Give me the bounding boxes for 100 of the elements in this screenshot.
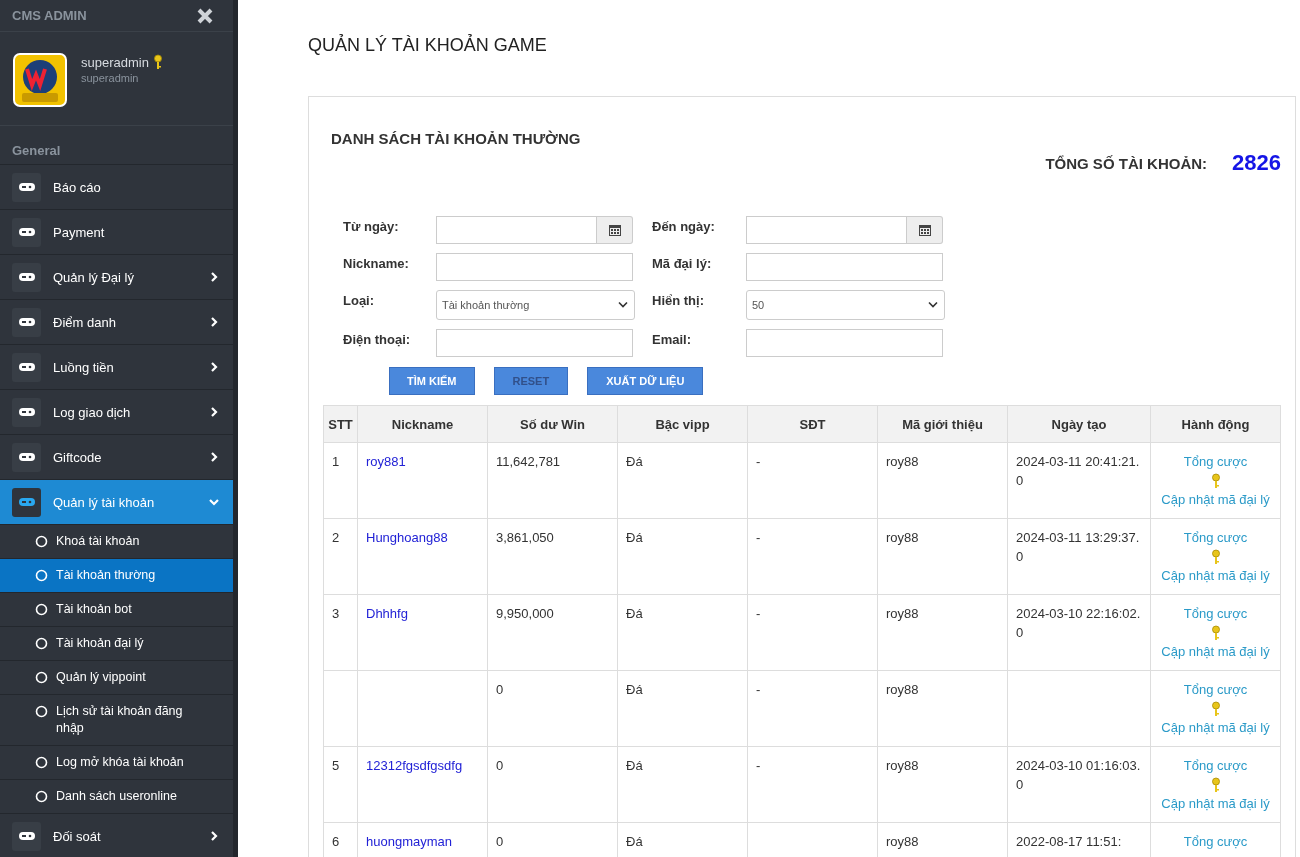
circle-icon xyxy=(35,637,48,650)
field-label: Hiển thị: xyxy=(651,292,705,308)
submenu-item[interactable]: Danh sách useronline xyxy=(0,780,233,814)
calendar-button[interactable] xyxy=(907,216,943,244)
nickname-link[interactable]: Hunghoang88 xyxy=(366,530,448,545)
total-label: TỔNG SỐ TÀI KHOẢN: xyxy=(1045,154,1208,172)
circle-icon xyxy=(35,756,48,769)
column-header: STT xyxy=(323,405,358,443)
text-field[interactable] xyxy=(746,253,943,281)
menu-item[interactable]: Payment xyxy=(0,210,233,255)
column-header: Ngày tạo xyxy=(1007,405,1151,443)
submenu-item[interactable]: Tài khoản đại lý xyxy=(0,627,233,661)
column-header: Số dư Win xyxy=(487,405,618,443)
date-field[interactable] xyxy=(746,216,907,244)
calendar-icon xyxy=(607,223,622,237)
submenu-item[interactable]: Log mở khóa tài khoản xyxy=(0,746,233,780)
table-cell: 0 xyxy=(496,758,504,773)
action-button[interactable]: TÌM KIẾM xyxy=(389,367,475,395)
select-field[interactable]: Tài khoản thường xyxy=(436,290,635,320)
table-cell: 2024-03-10 22:16:02.0 xyxy=(1016,606,1141,640)
text-field[interactable] xyxy=(746,329,943,357)
column-header: SĐT xyxy=(747,405,878,443)
circle-icon xyxy=(35,705,48,718)
table-cell: - xyxy=(756,454,761,469)
gamepad-icon xyxy=(17,495,36,509)
field-label: Từ ngày: xyxy=(343,218,400,234)
close-button[interactable] xyxy=(197,7,213,24)
table-cell: - xyxy=(756,758,761,773)
key-icon xyxy=(1210,473,1221,489)
field-label: Điện thoại: xyxy=(343,331,412,347)
table-cell: 2022-08-17 11:51: xyxy=(1016,834,1122,849)
table-cell: roy88 xyxy=(886,530,919,545)
table-cell: 11,642,781 xyxy=(496,454,561,469)
circle-icon xyxy=(35,671,48,684)
table-cell: - xyxy=(756,606,761,621)
menu-item[interactable]: Luồng tiền xyxy=(0,345,233,390)
circle-icon xyxy=(35,535,48,548)
chevron-down-icon xyxy=(618,301,628,309)
menu-item[interactable]: Quản lý tài khoản xyxy=(0,480,233,525)
key-icon xyxy=(1210,777,1221,793)
user-role: superadmin xyxy=(81,72,140,84)
section-label: General xyxy=(0,126,233,165)
username: superadmin xyxy=(81,54,149,70)
column-header: Mã giới thiệu xyxy=(877,405,1008,443)
table-cell: Đá xyxy=(626,682,643,697)
nickname-link[interactable]: Dhhhfg xyxy=(366,606,408,621)
menu-item[interactable]: Đối soát xyxy=(0,814,233,857)
table-cell: 3 xyxy=(332,606,340,621)
nickname-link[interactable]: 12312fgsdfgsdfg xyxy=(366,758,463,773)
chevron-down-icon xyxy=(209,497,219,507)
page-title: QUẢN LÝ TÀI KHOẢN GAME xyxy=(308,35,548,56)
text-field[interactable] xyxy=(436,253,633,281)
table-cell: roy88 xyxy=(886,606,919,621)
chevron-right-icon xyxy=(209,362,219,372)
menu-item[interactable]: Quản lý Đại lý xyxy=(0,255,233,300)
chevron-right-icon xyxy=(209,407,219,417)
gamepad-icon xyxy=(17,829,36,843)
calendar-button[interactable] xyxy=(597,216,633,244)
gamepad-icon xyxy=(17,450,36,464)
gamepad-icon xyxy=(17,360,36,374)
table-cell: Đá xyxy=(626,606,643,621)
column-header: Bậc vipp xyxy=(617,405,748,443)
table-cell: 0 xyxy=(496,834,504,849)
text-field[interactable] xyxy=(436,329,633,357)
key-icon xyxy=(1210,549,1221,565)
logo-icon xyxy=(13,53,67,107)
date-field[interactable] xyxy=(436,216,597,244)
table-cell: roy88 xyxy=(886,758,919,773)
chevron-right-icon xyxy=(209,272,219,282)
menu-item[interactable]: Báo cáo xyxy=(0,165,233,210)
circle-icon xyxy=(35,569,48,582)
submenu-item[interactable]: Quản lý vippoint xyxy=(0,661,233,695)
table-cell: 9,950,000 xyxy=(496,606,554,621)
chevron-right-icon xyxy=(209,452,219,462)
nickname-link[interactable]: roy881 xyxy=(366,454,406,469)
menu-item[interactable]: Điểm danh xyxy=(0,300,233,345)
total-value: 2826 xyxy=(1232,150,1281,176)
submenu-item[interactable]: Tài khoản thường xyxy=(0,559,233,593)
column-header: Hành động xyxy=(1150,405,1281,443)
table-cell: 2024-03-11 20:41:21.0 xyxy=(1016,454,1140,488)
brand-title: CMS ADMIN xyxy=(12,8,87,23)
table-cell: Đá xyxy=(626,834,643,849)
panel-title: DANH SÁCH TÀI KHOẢN THƯỜNG xyxy=(331,130,581,149)
circle-icon xyxy=(35,603,48,616)
table-cell: 1 xyxy=(332,454,340,469)
select-field[interactable]: 50 xyxy=(746,290,945,320)
column-header: Nickname xyxy=(357,405,488,443)
table-cell: 2024-03-10 01:16:03.0 xyxy=(1016,758,1141,792)
field-label: Mã đại lý: xyxy=(651,255,713,271)
gamepad-icon xyxy=(17,315,36,329)
menu-item[interactable]: Log giao dịch xyxy=(0,390,233,435)
table-cell: roy88 xyxy=(886,454,919,469)
action-button[interactable]: XUẤT DỮ LIỆU xyxy=(587,367,704,395)
table-cell: 2 xyxy=(332,530,340,545)
chevron-down-icon xyxy=(928,301,938,309)
submenu-item[interactable]: Tài khoản bot xyxy=(0,593,233,627)
gamepad-icon xyxy=(17,270,36,284)
submenu-item[interactable]: Lịch sử tài khoản đăng nhập xyxy=(0,695,233,746)
key-icon xyxy=(1210,701,1221,717)
key-icon xyxy=(152,54,163,70)
